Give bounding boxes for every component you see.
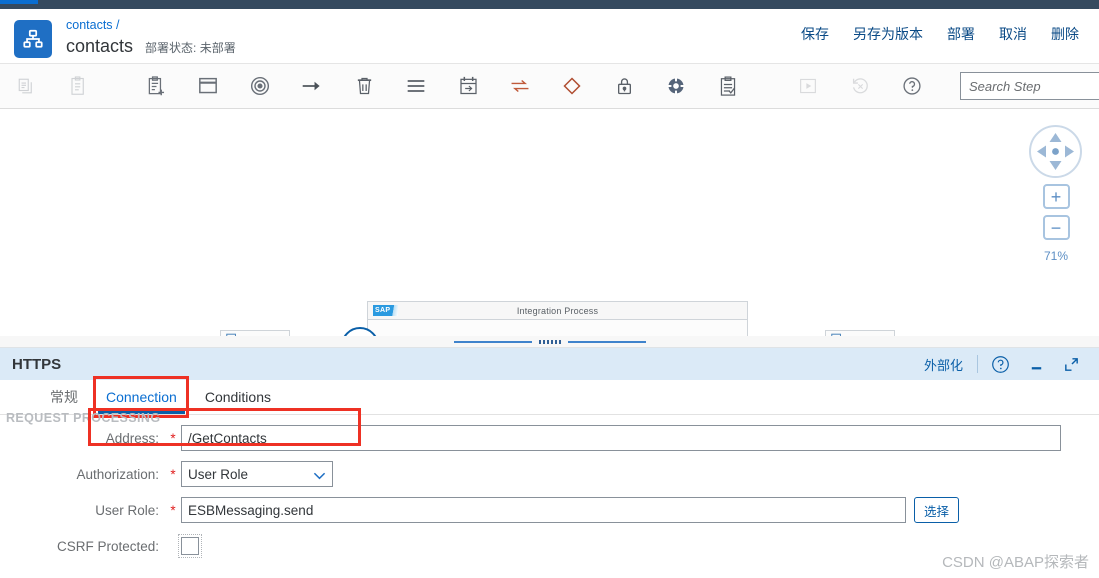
org-chart-icon — [14, 20, 52, 58]
validator-button[interactable] — [702, 64, 754, 108]
authorization-select-wrap: User Role — [181, 461, 333, 487]
add-pool-button[interactable] — [182, 64, 234, 108]
properties-panel: HTTPS 外部化 常规 Connection Conditions REQUE… — [0, 348, 1099, 578]
copy-button[interactable] — [0, 64, 52, 108]
minimize-icon[interactable] — [1019, 356, 1054, 373]
panel-splitter[interactable] — [0, 336, 1099, 348]
externalize-button[interactable]: 外部化 — [914, 355, 973, 374]
diagram-canvas[interactable]: Sender HTTPS SAP Integration Process — [0, 109, 1099, 336]
splitter-bar-left — [453, 340, 532, 343]
user-role-label: User Role: — [95, 502, 159, 518]
connection-form: Address: * Authorization: * User Role — [0, 408, 1099, 564]
properties-panel-header: HTTPS 外部化 — [0, 348, 1099, 380]
pool-header: SAP Integration Process — [368, 302, 747, 320]
editor-toolbar — [0, 63, 1099, 109]
run-button[interactable] — [782, 64, 834, 108]
search-step-input[interactable] — [960, 72, 1099, 100]
panel-action-divider — [977, 355, 978, 373]
zoom-out-button[interactable]: − — [1042, 215, 1070, 240]
authorization-select[interactable]: User Role — [181, 461, 333, 487]
splitter-bar-right — [567, 340, 646, 343]
cancel-button[interactable]: 取消 — [987, 20, 1039, 48]
csrf-label: CSRF Protected: — [56, 538, 159, 554]
properties-tabbar: 常规 Connection Conditions — [0, 376, 1099, 418]
toolbar-group-elements — [104, 64, 754, 108]
delete-button[interactable]: 删除 — [1039, 20, 1091, 48]
revert-button[interactable] — [834, 64, 886, 108]
tasks-menu-button[interactable] — [390, 64, 442, 108]
breadcrumb-parent-link[interactable]: contacts — [66, 18, 113, 32]
address-row: Address: * — [0, 408, 1099, 456]
tab-connection[interactable]: Connection — [92, 380, 191, 414]
help-circle-icon[interactable] — [982, 355, 1019, 374]
page-header: contacts / contacts 部署状态: 未部署 保存 另存为版本 部… — [0, 9, 1099, 63]
element-hover-menu — [341, 327, 379, 336]
deploy-status-text: 部署状态: 未部署 — [145, 41, 236, 55]
application-root: contacts / contacts 部署状态: 未部署 保存 另存为版本 部… — [0, 0, 1099, 578]
breadcrumb: contacts / — [66, 18, 120, 32]
paste-button[interactable] — [52, 64, 104, 108]
zoom-percent-label: 71% — [1043, 249, 1069, 263]
pool-title: Integration Process — [516, 305, 599, 316]
gateway-button[interactable] — [546, 64, 598, 108]
sap-logo: SAP — [373, 305, 398, 316]
user-role-row: User Role: * 选择 — [0, 492, 1099, 528]
breadcrumb-separator: / — [116, 18, 120, 32]
user-role-input[interactable] — [181, 497, 906, 523]
search-step-wrap — [960, 72, 1099, 100]
delete-element-button[interactable] — [338, 64, 390, 108]
address-label: Address: — [105, 430, 159, 446]
address-required-marker: * — [170, 430, 176, 446]
pool-body — [368, 320, 747, 336]
toolbar-group-run — [758, 64, 938, 108]
properties-panel-actions: 外部化 — [914, 348, 1089, 380]
csrf-checkbox[interactable] — [178, 534, 202, 558]
add-target-button[interactable] — [234, 64, 286, 108]
zoom-controls: + − 71% — [1027, 125, 1085, 263]
authorization-required-marker: * — [170, 466, 176, 482]
authorization-row: Authorization: * User Role — [0, 456, 1099, 492]
csrf-row: CSRF Protected: — [0, 528, 1099, 564]
add-connector-button[interactable] — [286, 64, 338, 108]
page-title: contacts — [66, 36, 134, 56]
splitter-grip[interactable] — [538, 339, 561, 344]
properties-panel-title: HTTPS — [12, 355, 62, 373]
converter-button[interactable] — [650, 64, 702, 108]
save-button[interactable]: 保存 — [789, 20, 841, 48]
user-role-required-marker: * — [170, 502, 176, 518]
deploy-button[interactable]: 部署 — [935, 20, 987, 48]
title-row: contacts 部署状态: 未部署 — [66, 36, 236, 57]
security-button[interactable] — [598, 64, 650, 108]
info-button[interactable] — [341, 327, 379, 336]
tab-general[interactable]: 常规 — [36, 380, 92, 414]
pan-control[interactable] — [1029, 125, 1082, 178]
tab-conditions[interactable]: Conditions — [191, 380, 285, 414]
message-routing-button[interactable] — [494, 64, 546, 108]
integration-process-pool[interactable]: SAP Integration Process — [367, 301, 748, 336]
toolbar-group-clipboard — [0, 64, 104, 108]
address-input[interactable] — [181, 425, 1061, 451]
zoom-in-button[interactable]: + — [1042, 184, 1070, 209]
watermark-text: CSDN @ABAP探索者 — [942, 554, 1089, 571]
header-actions: 保存 另存为版本 部署 取消 删除 — [789, 20, 1091, 48]
add-participant-button[interactable] — [130, 64, 182, 108]
select-user-role-button[interactable]: 选择 — [914, 497, 960, 523]
authorization-label: Authorization: — [76, 466, 159, 482]
save-as-version-button[interactable]: 另存为版本 — [841, 20, 935, 48]
shell-bar — [0, 0, 1099, 9]
shell-bar-accent — [0, 0, 38, 4]
help-button[interactable] — [886, 64, 938, 108]
expand-icon[interactable] — [1054, 356, 1089, 373]
events-menu-button[interactable] — [442, 64, 494, 108]
